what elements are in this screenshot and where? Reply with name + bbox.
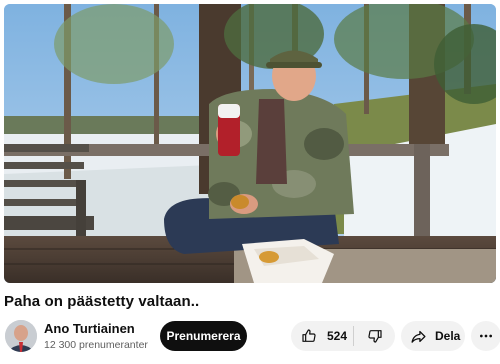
more-horizontal-icon	[478, 328, 494, 344]
thumbs-up-icon	[301, 328, 317, 344]
dislike-button[interactable]	[354, 321, 395, 351]
share-button[interactable]: Dela	[401, 321, 465, 351]
share-arrow-icon	[410, 328, 427, 345]
channel-name[interactable]: Ano Turtiainen	[44, 321, 135, 336]
like-button[interactable]: 524	[291, 321, 353, 351]
video-title: Paha on päästetty valtaan..	[4, 293, 200, 310]
subscribe-button[interactable]: Prenumerera	[160, 321, 247, 351]
like-dislike-group: 524	[291, 321, 395, 351]
more-actions-button[interactable]	[471, 321, 500, 351]
video-meta-row: Ano Turtiainen 12 300 prenumeranter Pren…	[4, 318, 500, 354]
subscriber-count: 12 300 prenumeranter	[44, 339, 148, 351]
video-frame	[4, 4, 496, 283]
like-count: 524	[327, 329, 348, 343]
share-label: Dela	[435, 329, 461, 343]
video-player[interactable]	[4, 4, 496, 283]
thumbs-down-icon	[367, 328, 383, 344]
channel-avatar[interactable]	[5, 320, 37, 352]
avatar-image	[5, 320, 37, 352]
